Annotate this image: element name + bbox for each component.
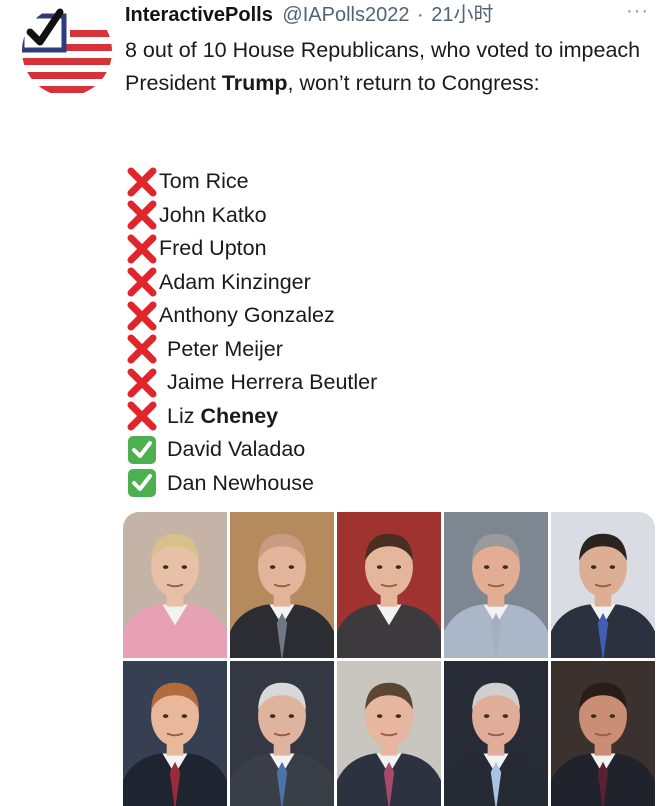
list-item: Dan Newhouse <box>125 467 525 501</box>
portrait-photo[interactable] <box>230 660 334 806</box>
list-item-name-text: John Katko <box>159 202 267 227</box>
cross-mark-icon <box>125 267 159 297</box>
tweet-text-bold: Trump <box>221 71 288 95</box>
tweet-text-part: , won’t return to Congress: <box>287 71 540 95</box>
photo-grid[interactable] <box>123 512 655 806</box>
list-item: David Valadao <box>125 433 525 467</box>
portrait-photo[interactable] <box>230 512 334 658</box>
list-item-name-text: Anthony Gonzalez <box>159 303 335 328</box>
list-item-name: Peter Meijer <box>167 337 283 362</box>
name-list: Tom Rice John Katko Fred Upton Adam Kinzing… <box>125 165 525 500</box>
cross-mark-icon <box>125 401 159 431</box>
cross-mark-icon <box>125 368 159 398</box>
list-item-name-text: Jaime Herrera Beutler <box>167 370 378 395</box>
timestamp[interactable]: 21小时 <box>431 4 493 26</box>
list-item-name-text: Liz <box>167 403 201 428</box>
cross-mark-icon <box>125 301 159 331</box>
user-handle[interactable]: @IAPolls2022 <box>282 4 409 26</box>
list-item-name: Liz Cheney <box>167 404 278 429</box>
list-item: Peter Meijer <box>125 333 525 367</box>
portrait-photo[interactable] <box>444 512 548 658</box>
tweet[interactable]: InteractivePolls @IAPolls2022 · 21小时 ···… <box>0 0 660 806</box>
list-item-name-text: Dan Newhouse <box>167 470 315 495</box>
list-item-name: Fred Upton <box>159 236 267 261</box>
portrait-photo[interactable] <box>123 512 227 658</box>
list-item: Fred Upton <box>125 232 525 266</box>
portrait-photo[interactable] <box>337 512 441 658</box>
list-item-name: David Valadao <box>167 437 305 462</box>
check-mark-button-icon <box>125 435 159 465</box>
separator-dot: · <box>417 4 424 26</box>
list-item-name-text: David Valadao <box>167 437 306 462</box>
tweet-text: 8 out of 10 House Republicans, who voted… <box>125 34 655 100</box>
more-options-icon[interactable]: ··· <box>626 0 649 24</box>
portrait-photo[interactable] <box>123 660 227 806</box>
list-item-name: Jaime Herrera Beutler <box>167 370 377 395</box>
portrait-photo[interactable] <box>444 660 548 806</box>
cross-mark-icon <box>125 167 159 197</box>
list-item-name: Adam Kinzinger <box>159 270 311 295</box>
tweet-header: InteractivePolls @IAPolls2022 · 21小时 ··· <box>125 0 655 28</box>
list-item-name: John Katko <box>159 203 267 228</box>
portrait-photo[interactable] <box>337 660 441 806</box>
cross-mark-icon <box>125 334 159 364</box>
list-item-name-bold: Cheney <box>200 403 279 428</box>
list-item-name-text: Fred Upton <box>159 236 267 261</box>
list-item: Liz Cheney <box>125 400 525 434</box>
display-name[interactable]: InteractivePolls <box>125 4 273 26</box>
cross-mark-icon <box>125 234 159 264</box>
list-item-name-text: Peter Meijer <box>167 336 283 361</box>
portrait-photo[interactable] <box>551 512 655 658</box>
list-item-name-text: Adam Kinzinger <box>159 269 311 294</box>
portrait-photo[interactable] <box>551 660 655 806</box>
check-mark-button-icon <box>125 468 159 498</box>
list-item-name: Anthony Gonzalez <box>159 303 335 328</box>
list-item-name: Dan Newhouse <box>167 471 314 496</box>
list-item: Jaime Herrera Beutler <box>125 366 525 400</box>
list-item: Adam Kinzinger <box>125 266 525 300</box>
list-item: Tom Rice <box>125 165 525 199</box>
avatar[interactable] <box>22 6 112 96</box>
list-item: John Katko <box>125 199 525 233</box>
list-item-name: Tom Rice <box>159 169 249 194</box>
interactive-polls-logo <box>22 6 112 96</box>
list-item-name-text: Tom Rice <box>159 169 249 194</box>
cross-mark-icon <box>125 200 159 230</box>
list-item: Anthony Gonzalez <box>125 299 525 333</box>
